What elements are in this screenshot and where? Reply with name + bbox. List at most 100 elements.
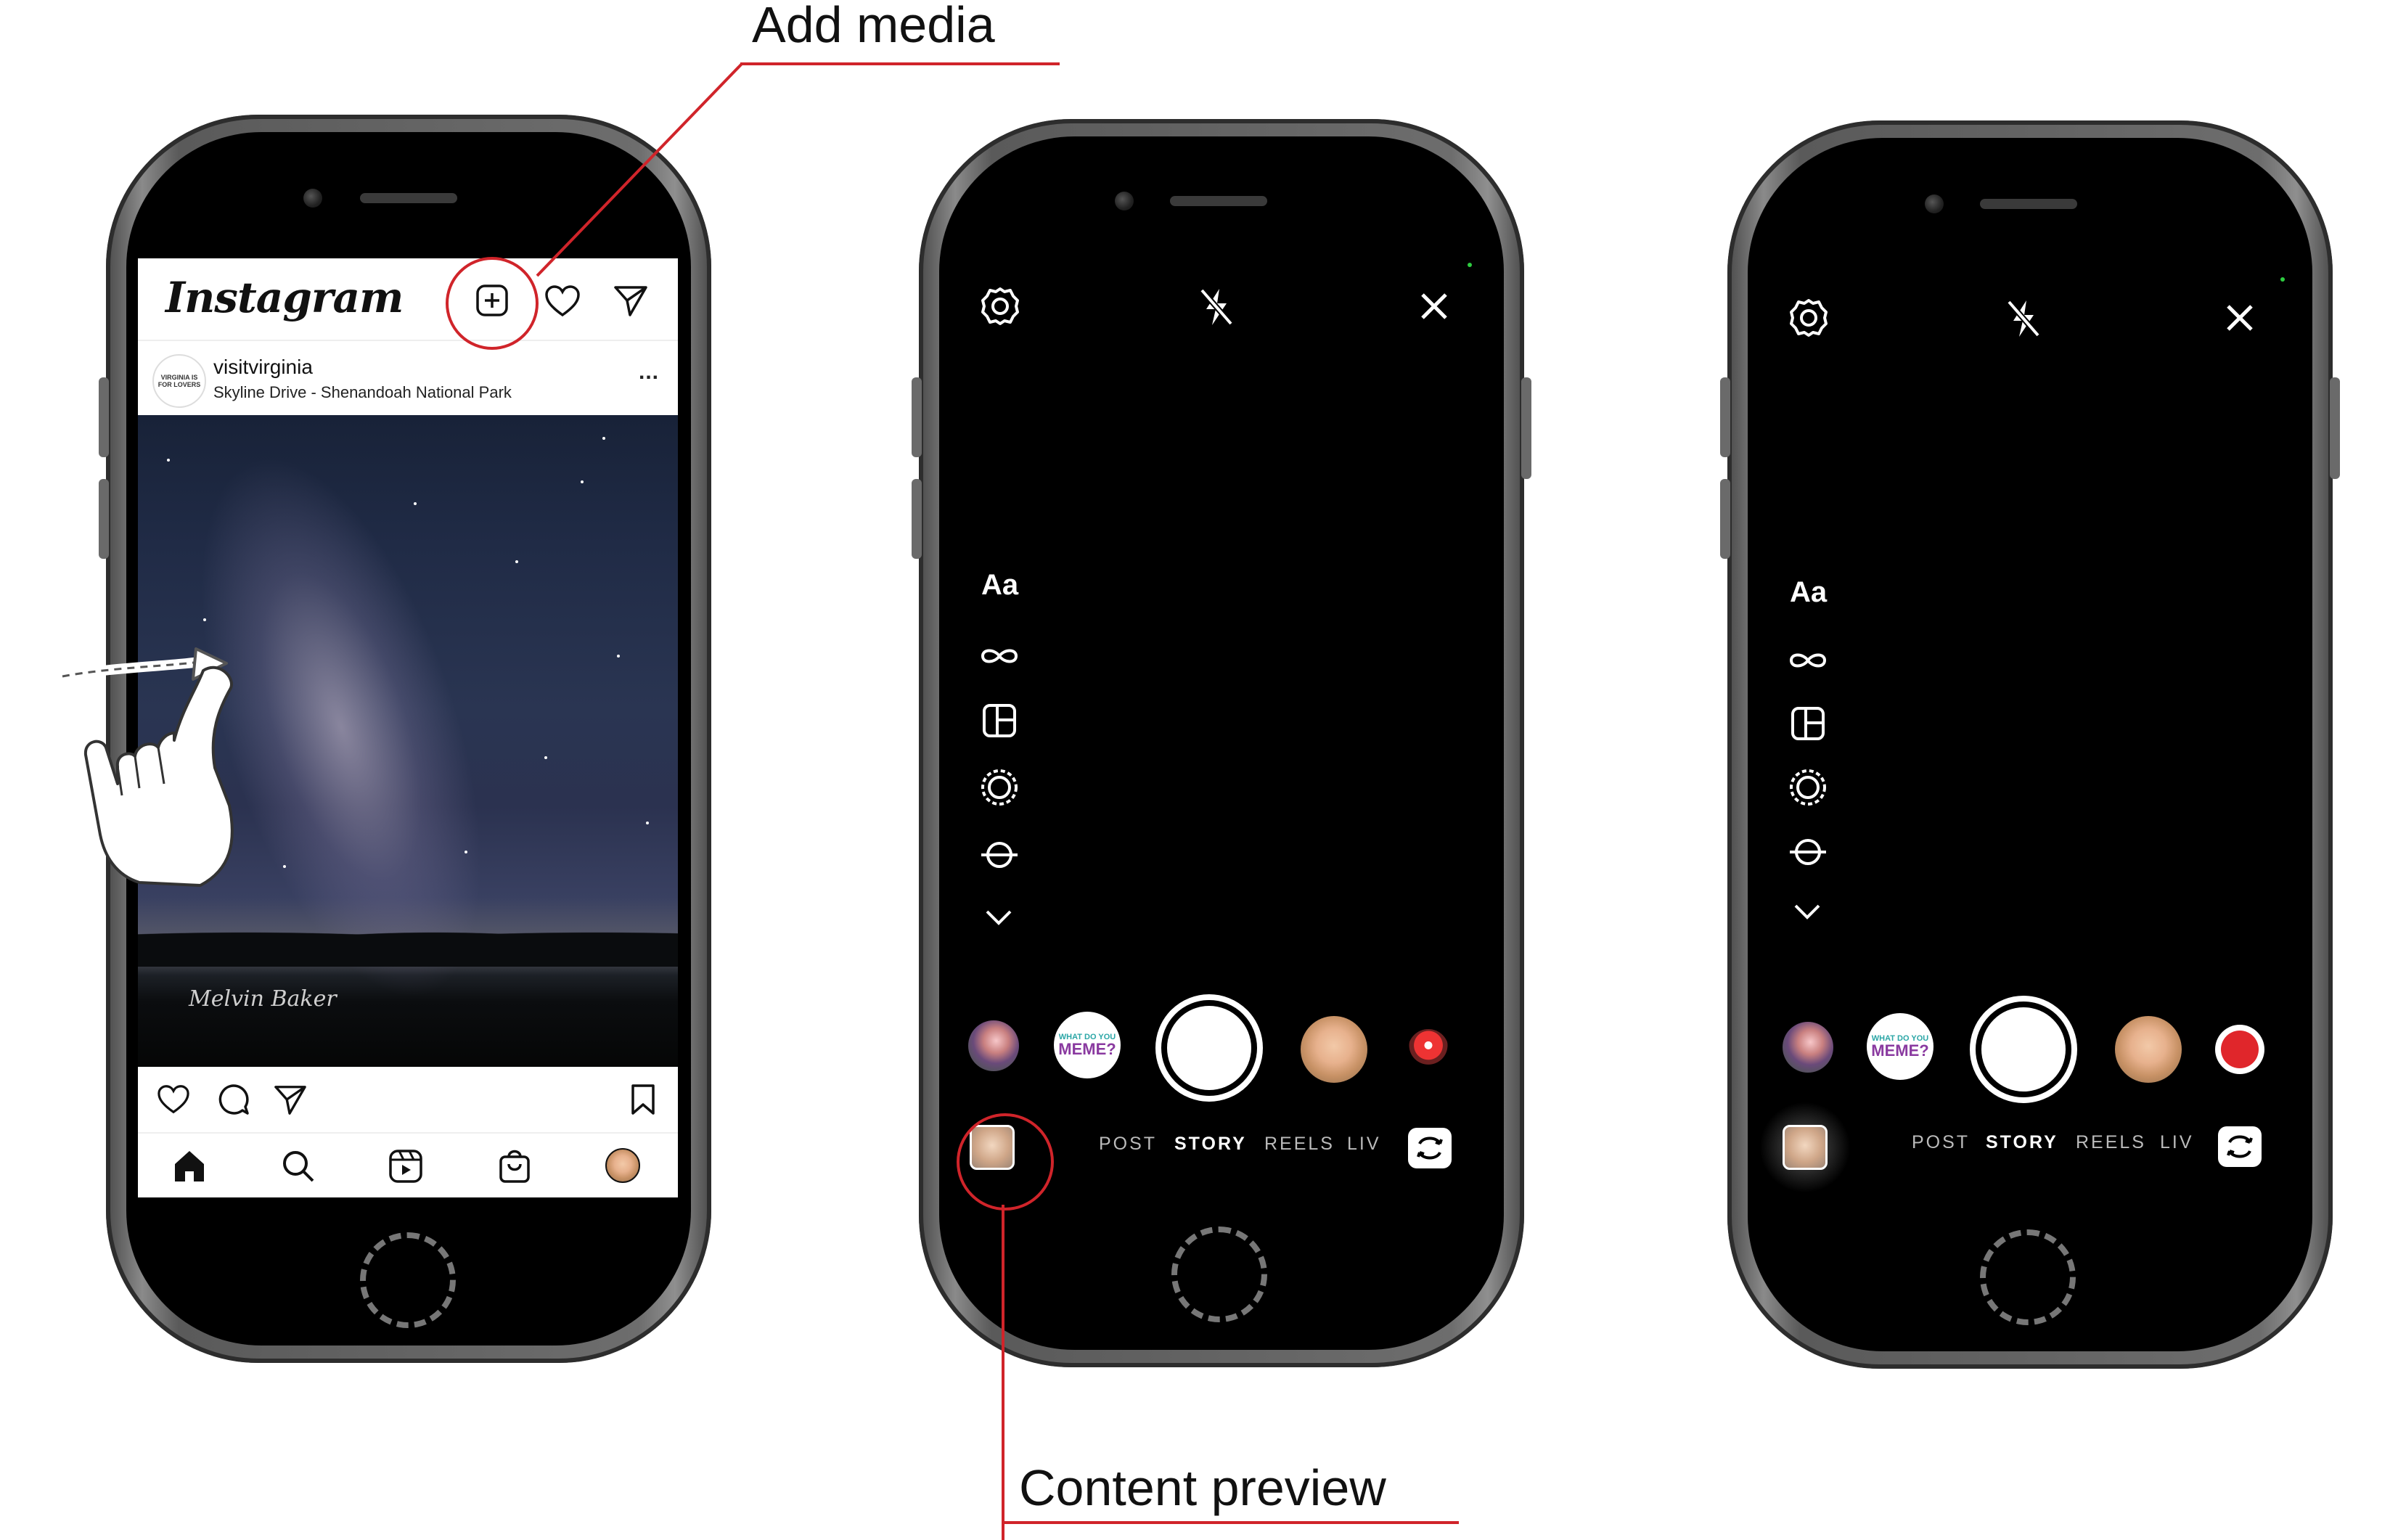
home-button[interactable]: [360, 1232, 456, 1328]
star: [515, 560, 518, 563]
callout-connector: [1002, 1205, 1004, 1540]
callout-connector: [536, 62, 743, 277]
volume-button: [1720, 479, 1730, 559]
heart-icon[interactable]: [157, 1084, 190, 1115]
mode-post[interactable]: POST: [1099, 1134, 1157, 1155]
callout-underline: [740, 62, 1060, 65]
tree-line: [138, 923, 678, 967]
instagram-logo: Instagram: [165, 273, 404, 322]
camera-indicator-dot: [2280, 277, 2285, 282]
chevron-down-icon[interactable]: [1793, 903, 1822, 922]
photographer-signature: Melvin Baker: [189, 986, 337, 1012]
flash-off-icon[interactable]: [2003, 298, 2044, 340]
home-icon[interactable]: [171, 1148, 208, 1184]
callout-underline: [1002, 1521, 1459, 1524]
mode-post[interactable]: POST: [1912, 1132, 1970, 1153]
record-effect[interactable]: [2215, 1025, 2264, 1074]
mode-live[interactable]: LIVE: [1347, 1134, 1382, 1155]
flip-camera-icon[interactable]: [2218, 1126, 2262, 1167]
camera-indicator-dot: [1468, 263, 1472, 267]
content-preview-callout: Content preview: [1019, 1459, 1386, 1516]
profile-avatar[interactable]: [605, 1148, 640, 1183]
home-button[interactable]: [1980, 1229, 2076, 1325]
effect-filter-1[interactable]: [1783, 1022, 1833, 1073]
front-camera: [303, 189, 322, 208]
story-camera-screen-2: Aa WHAT DO YOU MEME? POST STORY REELS LI…: [1749, 258, 2308, 1202]
post-actions: [138, 1067, 678, 1132]
reels-icon[interactable]: [388, 1148, 424, 1184]
mode-reels[interactable]: REELS: [1264, 1134, 1335, 1155]
effect-filter-2[interactable]: [2115, 1016, 2182, 1083]
volume-button: [912, 377, 922, 457]
effect-filter-3[interactable]: [1408, 1029, 1449, 1070]
volume-button: [99, 479, 109, 559]
settings-gear-icon[interactable]: [980, 286, 1020, 327]
swipe-right-hand-icon: [61, 647, 234, 887]
layout-icon[interactable]: [1790, 705, 1826, 742]
create-text-tool[interactable]: Aa: [981, 569, 1018, 602]
boomerang-icon[interactable]: [978, 643, 1020, 669]
star: [465, 851, 467, 853]
volume-button: [99, 377, 109, 457]
mode-live[interactable]: LIVE: [2160, 1132, 2195, 1153]
record-dot-icon: [2221, 1031, 2259, 1068]
front-camera: [1115, 192, 1134, 210]
close-icon[interactable]: [2224, 302, 2256, 334]
add-media-callout: Add media: [752, 0, 995, 53]
layout-icon[interactable]: [981, 703, 1018, 739]
effect-filter-1[interactable]: [968, 1020, 1019, 1071]
settings-gear-icon[interactable]: [1788, 298, 1829, 338]
power-button: [1521, 377, 1531, 479]
star: [581, 480, 584, 483]
content-preview-highlight-ring: [957, 1113, 1054, 1211]
search-icon[interactable]: [280, 1148, 316, 1184]
earpiece: [1170, 196, 1267, 206]
chevron-down-icon[interactable]: [984, 909, 1013, 927]
flip-camera-icon[interactable]: [1408, 1128, 1452, 1168]
capture-button-core: [1167, 1006, 1251, 1090]
send-icon[interactable]: [273, 1083, 308, 1116]
effect-filter-2[interactable]: [1301, 1016, 1367, 1083]
gallery-content-preview[interactable]: [1783, 1125, 1828, 1170]
star: [544, 756, 547, 759]
close-icon[interactable]: [1418, 290, 1450, 322]
post-header: VIRGINIA IS FOR LOVERS visitvirginia Sky…: [138, 340, 678, 417]
star: [602, 437, 605, 440]
star: [617, 655, 620, 658]
mode-reels[interactable]: REELS: [2076, 1132, 2146, 1153]
boomerang-icon[interactable]: [1787, 647, 1829, 673]
account-avatar[interactable]: VIRGINIA IS FOR LOVERS: [152, 354, 206, 408]
hands-free-icon[interactable]: [980, 768, 1019, 807]
mode-story[interactable]: STORY: [1986, 1132, 2058, 1153]
post-username[interactable]: visitvirginia: [213, 356, 313, 379]
comment-icon[interactable]: [216, 1083, 250, 1116]
bottom-nav: [138, 1132, 678, 1197]
bookmark-icon[interactable]: [629, 1083, 658, 1116]
earpiece: [360, 193, 457, 203]
star: [646, 822, 649, 824]
star: [203, 618, 206, 621]
post-location[interactable]: Skyline Drive - Shenandoah National Park: [213, 383, 512, 402]
star: [283, 865, 286, 868]
volume-button: [912, 479, 922, 559]
flash-off-icon[interactable]: [1196, 286, 1237, 328]
power-button: [2330, 377, 2340, 479]
hands-free-icon[interactable]: [1788, 768, 1828, 807]
shop-icon[interactable]: [496, 1147, 533, 1184]
level-icon[interactable]: [980, 839, 1019, 871]
create-text-tool[interactable]: Aa: [1790, 576, 1827, 609]
volume-button: [1720, 377, 1730, 457]
star: [414, 502, 417, 505]
star: [167, 459, 170, 462]
front-camera: [1925, 194, 1944, 213]
effect-meme[interactable]: WHAT DO YOU MEME?: [1867, 1013, 1933, 1080]
more-options-icon[interactable]: ...: [639, 360, 659, 385]
capture-button-core: [1981, 1007, 2066, 1091]
earpiece: [1980, 199, 2077, 209]
mode-story[interactable]: STORY: [1174, 1134, 1247, 1155]
story-camera-screen-1: Aa WHAT DO YOU MEME? POST STORY REELS LI…: [941, 258, 1499, 1202]
home-button[interactable]: [1171, 1226, 1267, 1322]
level-icon[interactable]: [1788, 836, 1828, 868]
effect-meme[interactable]: WHAT DO YOU MEME?: [1054, 1012, 1121, 1078]
add-media-highlight-ring: [446, 257, 539, 350]
